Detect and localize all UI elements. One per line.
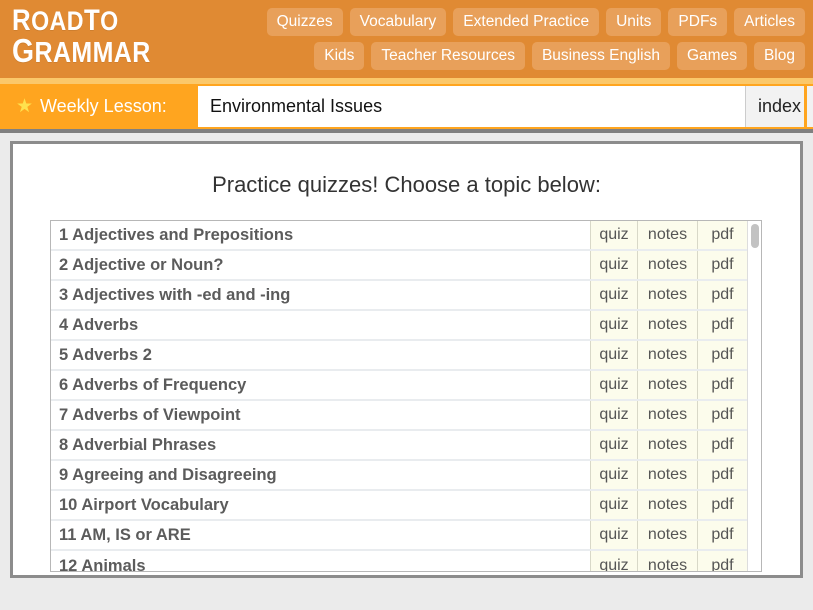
quiz-link[interactable]: quiz (590, 311, 637, 339)
pdf-link[interactable]: pdf (697, 461, 747, 489)
quiz-link[interactable]: quiz (590, 341, 637, 369)
quiz-topic-title[interactable]: 9 Agreeing and Disagreeing (51, 461, 590, 489)
notes-link[interactable]: notes (637, 401, 697, 429)
weekly-lesson-value[interactable]: Environmental Issues (196, 86, 745, 127)
nav-row-secondary: Kids Teacher Resources Business English … (215, 39, 805, 73)
table-row: 8 Adverbial Phrases quiz notes pdf (51, 431, 747, 461)
quiz-topic-title[interactable]: 10 Airport Vocabulary (51, 491, 590, 519)
quiz-topic-list: 1 Adjectives and Prepositions quiz notes… (50, 220, 762, 572)
table-row: 4 Adverbs quiz notes pdf (51, 311, 747, 341)
site-header: ROADTO GRAMMAR Quizzes Vocabulary Extend… (0, 0, 813, 78)
table-row: 1 Adjectives and Prepositions quiz notes… (51, 221, 747, 251)
quiz-link[interactable]: quiz (590, 461, 637, 489)
nav-articles[interactable]: Articles (734, 7, 805, 37)
table-row: 3 Adjectives with -ed and -ing quiz note… (51, 281, 747, 311)
notes-link[interactable]: notes (637, 341, 697, 369)
notes-link[interactable]: notes (637, 461, 697, 489)
pdf-link[interactable]: pdf (697, 311, 747, 339)
quiz-link[interactable]: quiz (590, 491, 637, 519)
quiz-link[interactable]: quiz (590, 221, 637, 249)
table-row: 6 Adverbs of Frequency quiz notes pdf (51, 371, 747, 401)
index-button[interactable]: index (745, 86, 813, 127)
nav-extended-practice[interactable]: Extended Practice (453, 7, 600, 37)
weekly-lesson-label-group: ★ Weekly Lesson: (0, 86, 196, 127)
table-row: 5 Adverbs 2 quiz notes pdf (51, 341, 747, 371)
pdf-link[interactable]: pdf (697, 341, 747, 369)
quiz-topic-title[interactable]: 11 AM, IS or ARE (51, 521, 590, 549)
nav-games[interactable]: Games (677, 41, 747, 71)
nav-vocabulary[interactable]: Vocabulary (349, 7, 447, 37)
quiz-topic-title[interactable]: 1 Adjectives and Prepositions (51, 221, 590, 249)
pdf-link[interactable]: pdf (697, 251, 747, 279)
table-row: 11 AM, IS or ARE quiz notes pdf (51, 521, 747, 551)
notes-link[interactable]: notes (637, 251, 697, 279)
nav-quizzes[interactable]: Quizzes (266, 7, 343, 37)
quiz-topic-title[interactable]: 3 Adjectives with -ed and -ing (51, 281, 590, 309)
pdf-link[interactable]: pdf (697, 221, 747, 249)
pdf-link[interactable]: pdf (697, 371, 747, 399)
weekly-lesson-label: Weekly Lesson: (40, 96, 167, 116)
quiz-list-scrollbar-thumb[interactable] (751, 224, 759, 248)
notes-link[interactable]: notes (637, 491, 697, 519)
notes-link[interactable]: notes (637, 221, 697, 249)
header-divider-rule (0, 129, 813, 133)
quiz-link[interactable]: quiz (590, 371, 637, 399)
pdf-link[interactable]: pdf (697, 281, 747, 309)
pdf-link[interactable]: pdf (697, 401, 747, 429)
nav-row-primary: Quizzes Vocabulary Extended Practice Uni… (215, 5, 805, 39)
nav-teacher-resources[interactable]: Teacher Resources (371, 41, 525, 71)
table-row: 7 Adverbs of Viewpoint quiz notes pdf (51, 401, 747, 431)
quiz-link[interactable]: quiz (590, 281, 637, 309)
notes-link[interactable]: notes (637, 431, 697, 459)
pdf-link[interactable]: pdf (697, 551, 747, 571)
star-icon: ★ (16, 95, 34, 117)
notes-link[interactable]: notes (637, 521, 697, 549)
quiz-link[interactable]: quiz (590, 251, 637, 279)
quiz-link[interactable]: quiz (590, 551, 637, 571)
quiz-link[interactable]: quiz (590, 401, 637, 429)
quiz-topic-title[interactable]: 2 Adjective or Noun? (51, 251, 590, 279)
pdf-link[interactable]: pdf (697, 431, 747, 459)
notes-link[interactable]: notes (637, 551, 697, 571)
logo-line-1: ROADTO (12, 4, 119, 37)
notes-link[interactable]: notes (637, 311, 697, 339)
notes-link[interactable]: notes (637, 281, 697, 309)
nav-business-english[interactable]: Business English (531, 41, 670, 71)
page-title: Practice quizzes! Choose a topic below: (212, 172, 601, 197)
quiz-topic-title[interactable]: 8 Adverbial Phrases (51, 431, 590, 459)
nav-kids[interactable]: Kids (314, 41, 365, 71)
nav-blog[interactable]: Blog (753, 41, 805, 71)
quiz-topic-title[interactable]: 12 Animals (51, 551, 590, 572)
pdf-link[interactable]: pdf (697, 491, 747, 519)
weekly-lesson-bar: ★ Weekly Lesson: Environmental Issues in… (0, 84, 813, 129)
quiz-list-scroll-area: 1 Adjectives and Prepositions quiz notes… (51, 221, 747, 571)
table-row: 12 Animals quiz notes pdf (51, 551, 747, 571)
nav-pdfs[interactable]: PDFs (668, 7, 728, 37)
quiz-link[interactable]: quiz (590, 431, 637, 459)
notes-link[interactable]: notes (637, 371, 697, 399)
quiz-link[interactable]: quiz (590, 521, 637, 549)
site-logo[interactable]: ROADTO GRAMMAR (12, 4, 173, 70)
table-row: 9 Agreeing and Disagreeing quiz notes pd… (51, 461, 747, 491)
quiz-topic-title[interactable]: 6 Adverbs of Frequency (51, 371, 590, 399)
quiz-topic-title[interactable]: 7 Adverbs of Viewpoint (51, 401, 590, 429)
quiz-topic-title[interactable]: 4 Adverbs (51, 311, 590, 339)
quiz-list-scrollbar[interactable] (747, 221, 761, 571)
pdf-link[interactable]: pdf (697, 521, 747, 549)
quiz-topic-title[interactable]: 5 Adverbs 2 (51, 341, 590, 369)
main-navigation: Quizzes Vocabulary Extended Practice Uni… (215, 0, 805, 73)
logo-line-2: GRAMMAR (12, 32, 151, 70)
nav-units[interactable]: Units (606, 7, 662, 37)
table-row: 10 Airport Vocabulary quiz notes pdf (51, 491, 747, 521)
content-panel: Practice quizzes! Choose a topic below: … (10, 141, 803, 578)
table-row: 2 Adjective or Noun? quiz notes pdf (51, 251, 747, 281)
